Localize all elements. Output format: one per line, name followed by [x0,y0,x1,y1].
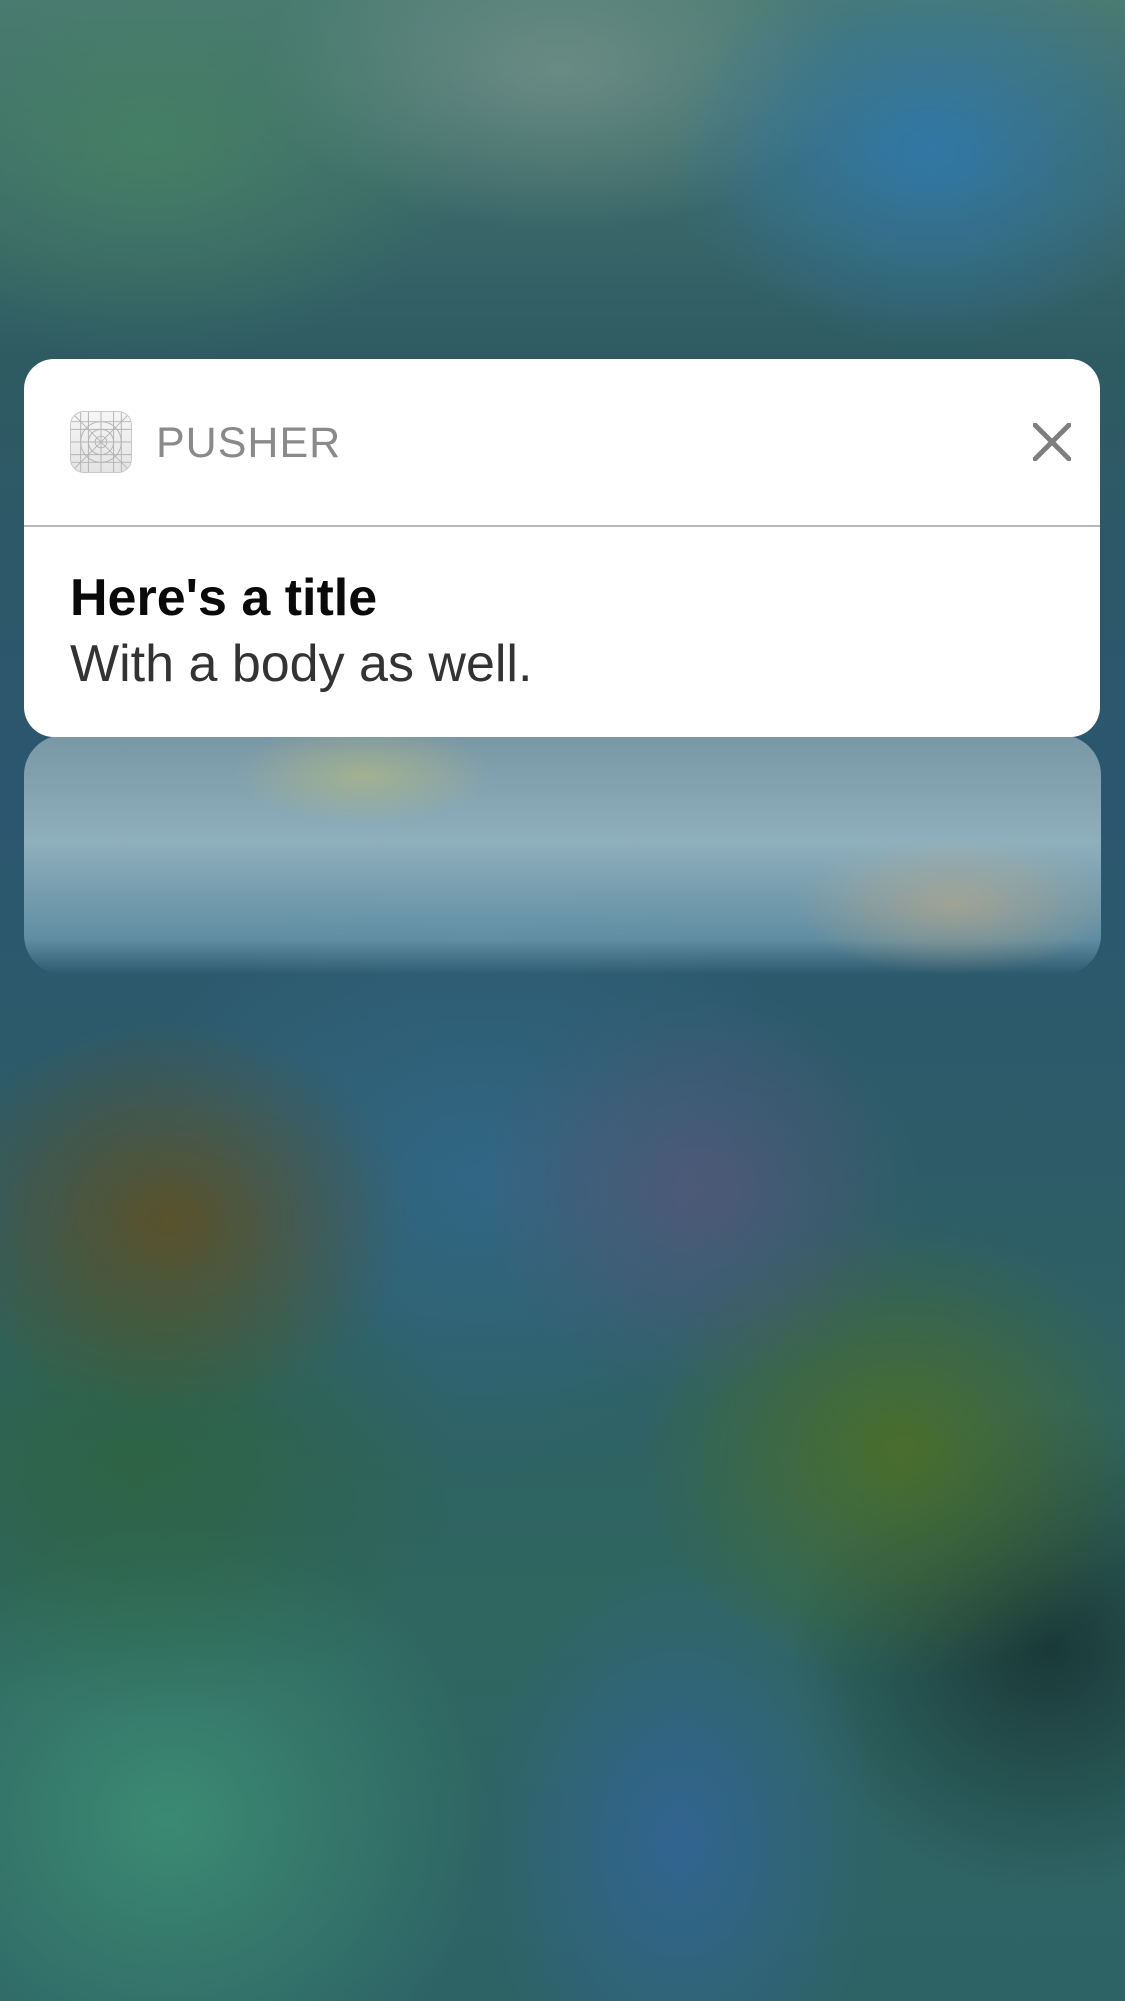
notification-card[interactable]: PUSHER Here's a title With a body as wel… [24,359,1100,737]
notification-body: With a body as well. [70,635,533,693]
close-icon [1033,423,1071,461]
notification-title: Here's a title [70,569,378,627]
app-icon [70,411,132,473]
blurred-wallpaper [0,0,1125,2001]
header-divider [24,525,1100,527]
blurred-background-banner [24,735,1101,975]
close-button[interactable] [1009,399,1095,485]
notification-header: PUSHER [24,359,1100,526]
app-name: PUSHER [156,419,342,467]
